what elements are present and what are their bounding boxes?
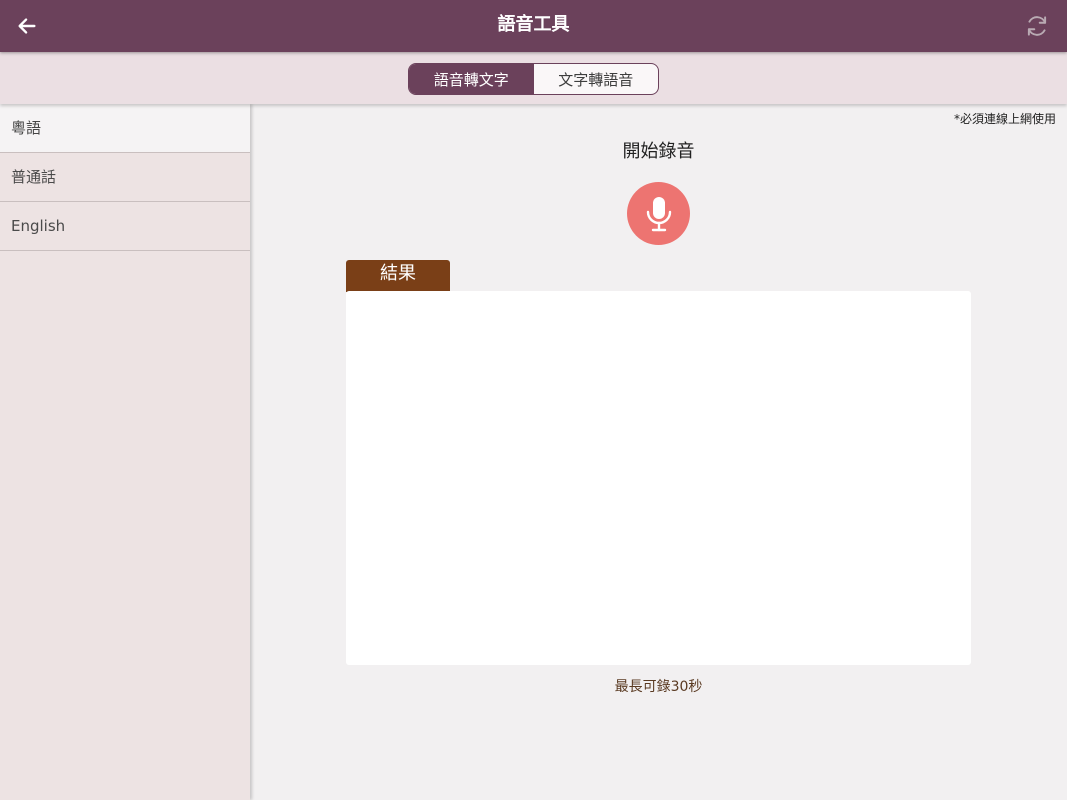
start-recording-label: 開始錄音 <box>622 141 695 162</box>
arrow-left-icon <box>18 18 36 34</box>
microphone-icon <box>646 196 671 231</box>
language-sidebar: 粵語 普通話 English <box>0 104 250 800</box>
tab-speech-to-text[interactable]: 語音轉文字 <box>409 64 534 94</box>
record-button[interactable] <box>627 182 690 245</box>
mode-tab-bar: 語音轉文字 文字轉語音 <box>0 52 1067 104</box>
result-text-area[interactable] <box>346 291 971 665</box>
sidebar-item-mandarin[interactable]: 普通話 <box>0 153 250 202</box>
sidebar-item-cantonese[interactable]: 粵語 <box>0 104 250 153</box>
sidebar-item-english[interactable]: English <box>0 202 250 251</box>
mode-segmented-control: 語音轉文字 文字轉語音 <box>408 63 659 95</box>
main-content: *必須連線上網使用 開始錄音 結果 最長可錄30秒 <box>250 104 1067 800</box>
online-required-note: *必須連線上網使用 <box>953 112 1056 126</box>
app-header: 語音工具 <box>0 0 1067 52</box>
back-button[interactable] <box>12 11 42 41</box>
page-title: 語音工具 <box>497 14 570 35</box>
max-duration-note: 最長可錄30秒 <box>614 679 703 695</box>
refresh-icon <box>1027 16 1047 36</box>
refresh-button[interactable] <box>1023 12 1051 40</box>
tab-text-to-speech[interactable]: 文字轉語音 <box>534 64 659 94</box>
result-tab-label: 結果 <box>346 260 450 292</box>
